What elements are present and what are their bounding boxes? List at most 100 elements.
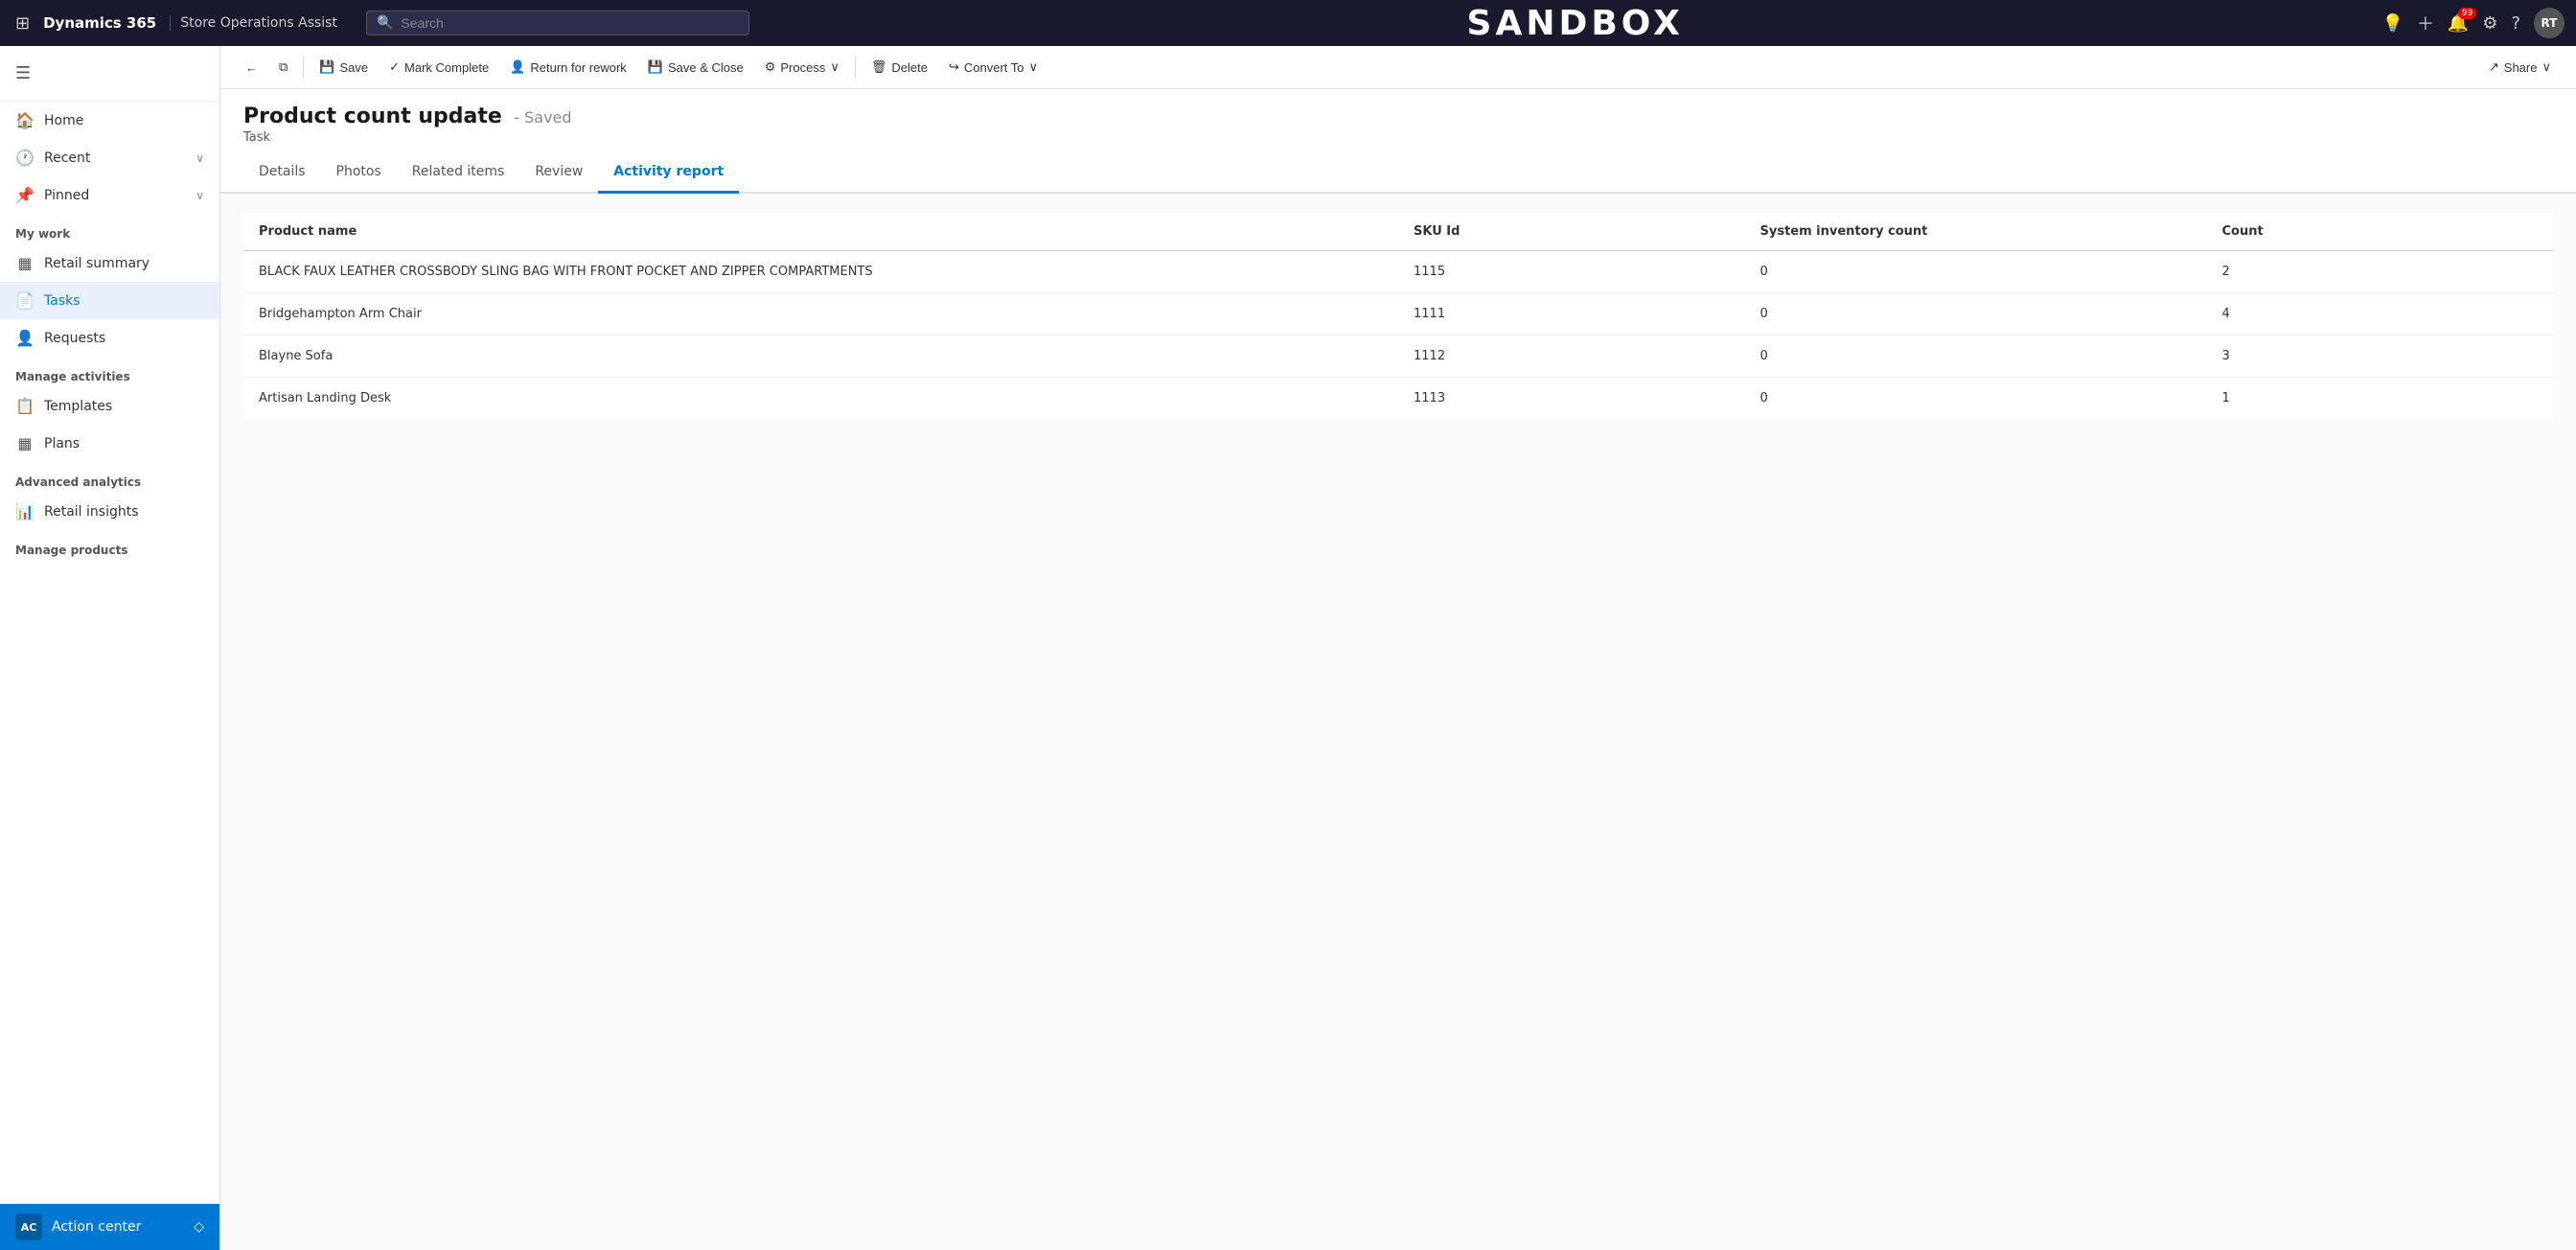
tab-activity-report[interactable]: Activity report [598,156,739,194]
tab-related-items[interactable]: Related items [397,156,520,194]
save-icon: 💾 [319,59,334,75]
cell-sku-id: 1115 [1398,251,1745,293]
top-navigation: ⊞ Dynamics 365 Store Operations Assist 🔍… [0,0,2576,46]
table-row[interactable]: Artisan Landing Desk 1113 0 1 [243,378,2553,420]
sandbox-label: SANDBOX [778,4,2372,43]
table-header: Product name SKU Id System inventory cou… [243,213,2553,251]
share-icon: ↗ [2489,59,2499,75]
tab-photos[interactable]: Photos [321,156,397,194]
cell-system-inventory: 0 [1745,378,2207,420]
sidebar-item-templates[interactable]: 📋 Templates [0,387,219,425]
sidebar-item-tasks[interactable]: 📄 Tasks [0,282,219,319]
sidebar-retail-summary-label: Retail summary [44,256,150,271]
col-header-product-name: Product name [243,213,1398,251]
sidebar-item-action-center[interactable]: AC Action center ◇ [0,1204,219,1250]
mark-complete-label: Mark Complete [404,60,489,75]
popout-icon: ⧉ [279,59,288,75]
plus-icon[interactable]: ＋ [2417,11,2434,35]
cell-product-name: Artisan Landing Desk [243,378,1398,420]
mark-complete-button[interactable]: ✓ Mark Complete [380,54,498,81]
hamburger-icon[interactable]: ☰ [0,54,219,93]
toolbar-right: ↗ Share ∨ [2479,54,2561,81]
toolbar: ← ⧉ 💾 Save ✓ Mark Complete 👤 Return for … [220,46,2576,89]
search-input[interactable] [401,15,739,31]
share-button[interactable]: ↗ Share ∨ [2479,54,2561,81]
check-icon: ✓ [389,59,400,75]
sidebar-bottom: AC Action center ◇ [0,1203,219,1250]
sidebar-home-label: Home [44,113,83,128]
return-label: Return for rework [530,60,626,75]
sidebar-item-home[interactable]: 🏠 Home [0,102,219,139]
retail-insights-icon: 📊 [15,502,34,521]
notification-icon[interactable]: 🔔 99 [2448,13,2469,34]
toolbar-divider-1 [303,56,304,79]
pin-icon: 📌 [15,186,34,204]
user-avatar[interactable]: RT [2534,8,2564,38]
cell-sku-id: 1113 [1398,378,1745,420]
sidebar-item-plans[interactable]: ▦ Plans [0,425,219,462]
lightbulb-icon[interactable]: 💡 [2381,13,2403,34]
sidebar-recent-label: Recent [44,150,90,166]
save-close-label: Save & Close [668,60,744,75]
delete-button[interactable]: 🗑 Delete [862,54,937,81]
templates-icon: 📋 [15,397,34,415]
back-icon: ← [245,60,258,75]
page-subtitle: Task [243,130,2553,145]
share-label: Share [2504,60,2538,75]
table-area: Product name SKU Id System inventory cou… [220,194,2576,1250]
search-icon: 🔍 [377,15,393,31]
convert-icon: ↪ [949,59,959,75]
col-header-sku-id: SKU Id [1398,213,1745,251]
col-header-system-inventory: System inventory count [1745,213,2207,251]
tab-details[interactable]: Details [243,156,321,194]
manage-products-section: Manage products [0,530,219,561]
cell-count: 2 [2207,251,2554,293]
content-area: ← ⧉ 💾 Save ✓ Mark Complete 👤 Return for … [220,46,2576,1250]
notification-badge: 99 [2458,8,2476,19]
convert-chevron[interactable]: ∨ [1029,59,1039,75]
popout-button[interactable]: ⧉ [269,54,297,81]
process-chevron[interactable]: ∨ [830,59,840,75]
return-for-rework-button[interactable]: 👤 Return for rework [500,54,636,81]
process-icon: ⚙ [765,59,776,75]
save-button[interactable]: 💾 Save [310,54,378,81]
sidebar-requests-label: Requests [44,331,105,346]
grid-icon[interactable]: ⊞ [12,10,34,37]
sidebar-item-retail-insights[interactable]: 📊 Retail insights [0,493,219,530]
save-close-icon: 💾 [648,59,663,75]
cell-count: 3 [2207,336,2554,378]
search-bar[interactable]: 🔍 [366,11,749,35]
process-button[interactable]: ⚙ Process ∨ [755,54,849,81]
sidebar-item-recent[interactable]: 🕐 Recent ∨ [0,139,219,176]
action-center-icon: ◇ [194,1219,204,1235]
table-header-row: Product name SKU Id System inventory cou… [243,213,2553,251]
table-row[interactable]: BLACK FAUX LEATHER CROSSBODY SLING BAG W… [243,251,2553,293]
table-row[interactable]: Bridgehampton Arm Chair 1111 0 4 [243,293,2553,336]
back-button[interactable]: ← [236,55,267,81]
tab-review[interactable]: Review [519,156,598,194]
sidebar-top: ☰ [0,46,219,102]
cell-product-name: Blayne Sofa [243,336,1398,378]
sidebar-pinned-label: Pinned [44,188,89,203]
settings-icon[interactable]: ⚙ [2482,13,2497,34]
sidebar-item-pinned[interactable]: 📌 Pinned ∨ [0,176,219,214]
sidebar-templates-label: Templates [44,399,112,414]
col-header-count: Count [2207,213,2554,251]
sidebar-item-requests[interactable]: 👤 Requests [0,319,219,357]
convert-to-button[interactable]: ↪ Convert To ∨ [939,54,1047,81]
action-center-label: Action center [52,1219,141,1235]
my-work-section: My work [0,214,219,244]
delete-label: Delete [891,60,928,75]
help-icon[interactable]: ? [2511,13,2520,34]
cell-system-inventory: 0 [1745,251,2207,293]
save-and-close-button[interactable]: 💾 Save & Close [638,54,753,81]
toolbar-divider-2 [855,56,856,79]
cell-count: 4 [2207,293,2554,336]
chevron-down-icon: ∨ [196,189,204,202]
action-center-avatar: AC [15,1214,42,1240]
cell-sku-id: 1111 [1398,293,1745,336]
sidebar-item-retail-summary[interactable]: ▦ Retail summary [0,244,219,282]
table-row[interactable]: Blayne Sofa 1112 0 3 [243,336,2553,378]
share-chevron[interactable]: ∨ [2542,59,2551,75]
delete-icon: 🗑 [871,59,887,75]
